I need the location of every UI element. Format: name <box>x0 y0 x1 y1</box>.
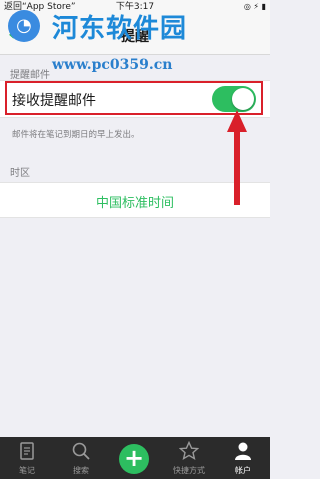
tab-label: 笔记 <box>19 466 35 475</box>
search-icon <box>72 442 90 460</box>
tab-label: 快捷方式 <box>173 466 205 475</box>
star-icon <box>179 441 199 461</box>
tab-bar: 笔记 搜索 + 快捷方式 帐户 <box>0 437 270 479</box>
tab-shortcuts[interactable]: 快捷方式 <box>162 437 216 479</box>
timezone-section-header: 时区 <box>10 168 30 179</box>
email-hint: 邮件将在笔记到期日的早上发出。 <box>12 130 140 140</box>
notes-icon <box>20 442 34 460</box>
email-section-header: 提醒邮件 <box>10 70 50 81</box>
watermark-title: 河东软件园 <box>52 14 188 44</box>
tab-search[interactable]: 搜索 <box>54 437 108 479</box>
account-icon <box>235 442 251 460</box>
tab-account[interactable]: 帐户 <box>216 437 270 479</box>
watermark-url: www.pc0359.cn <box>52 57 173 73</box>
plus-icon: + <box>119 444 149 474</box>
watermark-logo-icon: ◔ <box>8 10 40 42</box>
tab-new-note[interactable]: + <box>108 437 162 479</box>
annotation-arrow-icon <box>227 110 247 205</box>
tab-label: 搜索 <box>73 466 89 475</box>
watermark: 河东软件园 www.pc0359.cn <box>52 8 252 73</box>
tab-label: 帐户 <box>235 466 251 475</box>
tab-notes[interactable]: 笔记 <box>0 437 54 479</box>
